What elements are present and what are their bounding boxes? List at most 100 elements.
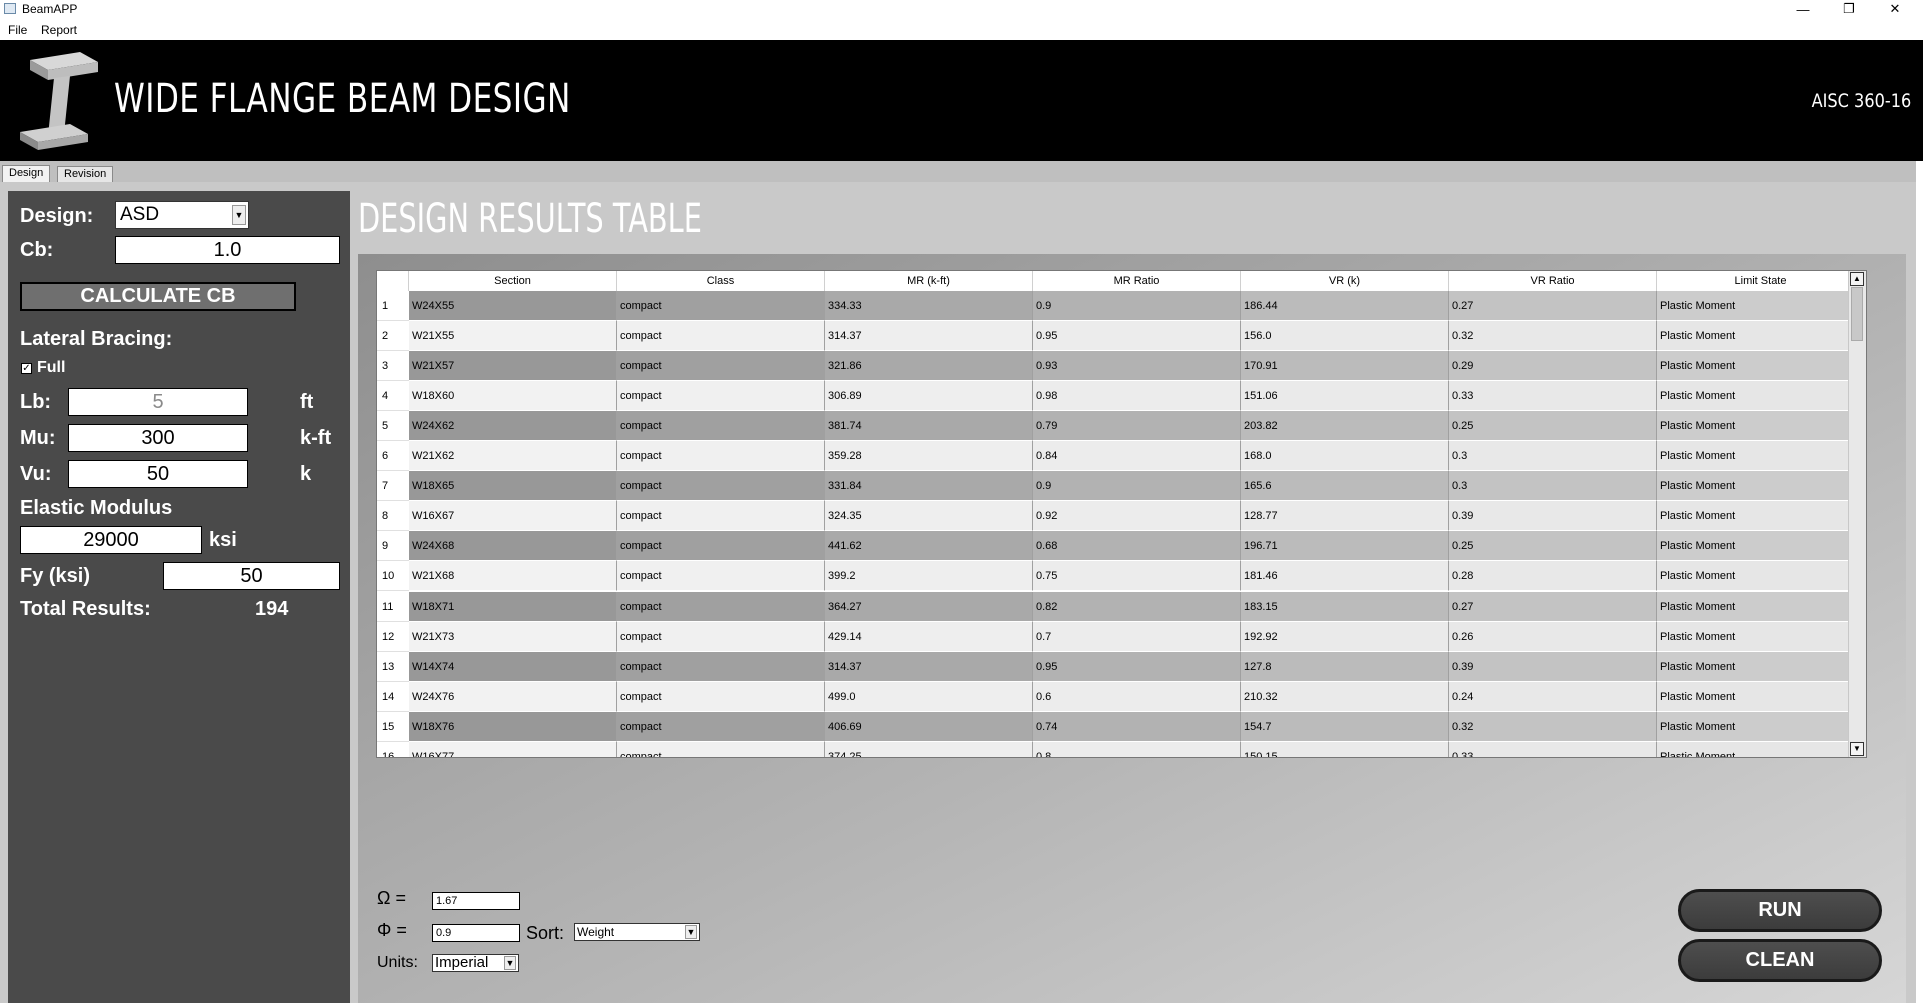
row-number-header: [377, 271, 409, 291]
table-cell: 0.9: [1033, 291, 1241, 321]
table-row[interactable]: 15 W18X76 compact 406.69 0.74 154.7 0.32 Plasti…: [377, 711, 1866, 742]
table-cell: compact: [617, 291, 825, 321]
table-row[interactable]: 12 W21X73 compact 429.14 0.7 192.92 0.26 Plasti…: [377, 621, 1866, 652]
full-bracing-checkbox[interactable]: ✓: [21, 363, 32, 374]
table-row[interactable]: 10 W21X68 compact 399.2 0.75 181.46 0.28 Plasti…: [377, 561, 1866, 592]
app-title: WIDE FLANGE BEAM DESIGN: [114, 76, 571, 122]
table-cell: 0.33: [1449, 381, 1657, 412]
table-cell: 192.92: [1241, 621, 1449, 652]
window-title: BeamAPP: [22, 2, 78, 16]
table-row[interactable]: 14 W24X76 compact 499.0 0.6 210.32 0.24 Plastic…: [377, 681, 1866, 712]
table-row[interactable]: 1 W24X55 compact 334.33 0.9 186.44 0.27 Plastic…: [377, 291, 1866, 321]
table-cell: W18X76: [409, 711, 617, 742]
vu-input[interactable]: 50: [68, 460, 248, 488]
table-cell: Plastic Moment: [1657, 411, 1865, 442]
table-cell: W21X68: [409, 561, 617, 592]
table-cell: compact: [617, 651, 825, 682]
elastic-modulus-input[interactable]: 29000: [20, 526, 202, 554]
table-cell: W24X68: [409, 531, 617, 562]
close-icon[interactable]: ✕: [1872, 0, 1918, 18]
table-cell: Plastic Moment: [1657, 351, 1865, 382]
table-cell: 334.33: [825, 291, 1033, 321]
tab-revision[interactable]: Revision: [57, 166, 114, 182]
design-content: Design: ASD ▼ Cb: 1.0 CALCULATE CB Later…: [0, 182, 1916, 1003]
row-number: 13: [377, 651, 409, 682]
column-header[interactable]: VR Ratio: [1449, 271, 1657, 291]
design-method-select[interactable]: ASD ▼: [115, 201, 249, 229]
table-cell: 306.89: [825, 381, 1033, 412]
table-cell: 0.25: [1449, 531, 1657, 562]
table-cell: compact: [617, 381, 825, 412]
tab-design[interactable]: Design: [2, 165, 51, 183]
scroll-up-icon[interactable]: ▲: [1850, 272, 1864, 286]
row-number: 3: [377, 351, 409, 382]
table-cell: Plastic Moment: [1657, 711, 1865, 742]
table-cell: 0.25: [1449, 411, 1657, 442]
table-cell: W21X57: [409, 351, 617, 382]
chevron-down-icon: ▼: [685, 925, 697, 939]
phi-input[interactable]: 0.9: [432, 924, 520, 942]
omega-input[interactable]: 1.67: [432, 892, 520, 910]
table-cell: 170.91: [1241, 351, 1449, 382]
run-button[interactable]: RUN: [1678, 889, 1882, 932]
full-bracing-label: Full: [37, 359, 66, 376]
table-row[interactable]: 6 W21X62 compact 359.28 0.84 168.0 0.3 Plastic …: [377, 441, 1866, 472]
table-row[interactable]: 9 W24X68 compact 441.62 0.68 196.71 0.25 Plasti…: [377, 531, 1866, 562]
table-row[interactable]: 13 W14X74 compact 314.37 0.95 127.8 0.39 Plasti…: [377, 651, 1866, 682]
restore-icon[interactable]: ❐: [1826, 0, 1872, 18]
chevron-down-icon: ▼: [504, 956, 516, 970]
table-cell: Plastic Moment: [1657, 621, 1865, 652]
menu-report[interactable]: Report: [41, 23, 77, 37]
table-cell: compact: [617, 681, 825, 712]
elastic-modulus-label: Elastic Modulus: [20, 497, 173, 519]
design-label: Design:: [20, 205, 94, 227]
table-cell: 374.25: [825, 741, 1033, 757]
scroll-thumb[interactable]: [1851, 287, 1863, 341]
row-number: 16: [377, 741, 409, 757]
mu-input[interactable]: 300: [68, 424, 248, 452]
table-row[interactable]: 11 W18X71 compact 364.27 0.82 183.15 0.27 Plast…: [377, 591, 1866, 622]
table-cell: 181.46: [1241, 561, 1449, 592]
units-select[interactable]: Imperial ▼: [432, 954, 519, 972]
column-header[interactable]: Section: [409, 271, 617, 291]
table-row[interactable]: 16 W16X77 compact 374.25 0.8 150.15 0.33 Plasti…: [377, 741, 1866, 757]
table-cell: 0.79: [1033, 411, 1241, 442]
minimize-icon[interactable]: —: [1780, 0, 1826, 18]
sort-select[interactable]: Weight ▼: [574, 923, 700, 941]
table-scrollbar[interactable]: ▲ ▼: [1848, 271, 1866, 757]
column-header[interactable]: MR Ratio: [1033, 271, 1241, 291]
results-table: Section Class MR (k-ft) MR Ratio VR (k) VR Ra…: [376, 270, 1867, 758]
column-header[interactable]: Class: [617, 271, 825, 291]
table-row[interactable]: 8 W16X67 compact 324.35 0.92 128.77 0.39 Plasti…: [377, 501, 1866, 532]
clean-button[interactable]: CLEAN: [1678, 939, 1882, 982]
lb-input[interactable]: 5: [68, 388, 248, 416]
table-cell: 0.27: [1449, 291, 1657, 321]
elastic-modulus-unit: ksi: [209, 529, 237, 551]
row-number: 10: [377, 561, 409, 592]
table-cell: 0.92: [1033, 501, 1241, 532]
table-cell: 203.82: [1241, 411, 1449, 442]
phi-label: Φ =: [377, 920, 407, 940]
table-row[interactable]: 4 W18X60 compact 306.89 0.98 151.06 0.33 Plasti…: [377, 381, 1866, 412]
table-cell: 406.69: [825, 711, 1033, 742]
scroll-down-icon[interactable]: ▼: [1850, 742, 1864, 756]
table-cell: 0.3: [1449, 471, 1657, 502]
menu-bar: File Report: [0, 20, 1923, 41]
table-row[interactable]: 3 W21X57 compact 321.86 0.93 170.91 0.29 Plasti…: [377, 351, 1866, 382]
cb-input[interactable]: 1.0: [115, 236, 340, 264]
column-header[interactable]: MR (k-ft): [825, 271, 1033, 291]
table-row[interactable]: 7 W18X65 compact 331.84 0.9 165.6 0.3 Plastic M…: [377, 471, 1866, 502]
total-results-value: 194: [255, 598, 289, 620]
menu-file[interactable]: File: [8, 23, 27, 37]
table-cell: 128.77: [1241, 501, 1449, 532]
fy-input[interactable]: 50: [163, 562, 340, 590]
column-header[interactable]: Limit State: [1657, 271, 1865, 291]
table-cell: Plastic Moment: [1657, 681, 1865, 712]
table-row[interactable]: 5 W24X62 compact 381.74 0.79 203.82 0.25 Plasti…: [377, 411, 1866, 442]
calculate-cb-button[interactable]: CALCULATE CB: [20, 282, 296, 311]
column-header[interactable]: VR (k): [1241, 271, 1449, 291]
table-row[interactable]: 2 W21X55 compact 314.37 0.95 156.0 0.32 Plastic…: [377, 321, 1866, 352]
units-value: Imperial: [435, 954, 489, 971]
table-cell: W24X55: [409, 291, 617, 321]
table-cell: 0.9: [1033, 471, 1241, 502]
